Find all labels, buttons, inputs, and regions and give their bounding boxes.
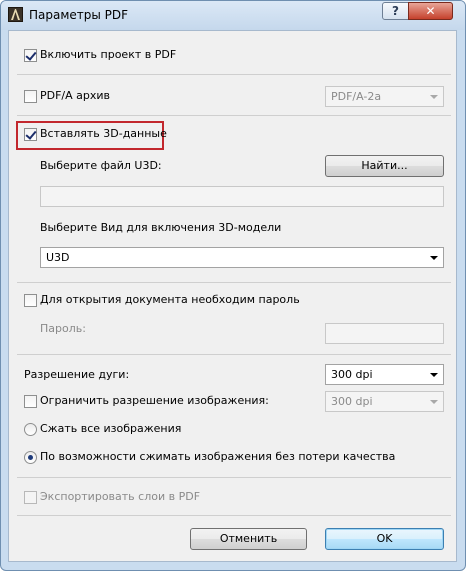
chevron-down-icon [430, 373, 438, 377]
cancel-button[interactable]: Отменить [190, 528, 307, 550]
separator [17, 282, 451, 283]
password-label: Пароль: [40, 322, 86, 335]
arc-resolution-value: 300 dpi [331, 368, 373, 381]
help-button[interactable]: ? [382, 2, 409, 20]
dialog-content: Включить проект в PDF PDF/A архив PDF/A-… [8, 30, 457, 562]
compress-all-label: Сжать все изображения [40, 422, 182, 435]
find-button[interactable]: Найти... [325, 155, 444, 177]
pdfa-version-select[interactable]: PDF/A-2a [325, 86, 444, 107]
separator [17, 515, 451, 516]
compress-all-radio[interactable] [24, 423, 37, 436]
password-field[interactable] [325, 323, 444, 344]
chevron-down-icon [430, 400, 438, 404]
pdf-options-dialog: Параметры PDF ? ✕ Включить проект в PDF … [0, 0, 466, 571]
lossless-label: По возможности сжимать изображения без п… [40, 450, 396, 463]
export-layers-label: Экспортировать слои в PDF [40, 490, 201, 503]
window-title: Параметры PDF [29, 8, 129, 22]
u3d-path-field[interactable] [40, 186, 444, 207]
separator [17, 477, 451, 478]
limit-image-res-checkbox[interactable] [24, 395, 37, 408]
insert-3d-label: Вставлять 3D-данные [40, 127, 167, 140]
pdfa-label: PDF/A архив [40, 89, 111, 102]
insert-3d-checkbox[interactable] [24, 128, 37, 141]
separator [17, 354, 451, 355]
limit-image-res-label: Ограничить разрешение изображения: [40, 394, 269, 407]
include-project-label: Включить проект в PDF [40, 48, 177, 61]
view-value: U3D [46, 251, 70, 264]
title-bar[interactable]: Параметры PDF ? ✕ [1, 1, 465, 30]
chevron-down-icon [430, 95, 438, 99]
limit-image-res-select[interactable]: 300 dpi [325, 391, 444, 412]
limit-image-res-value: 300 dpi [331, 395, 373, 408]
separator [17, 115, 451, 116]
choose-view-label: Выберите Вид для включения 3D-модели [40, 221, 282, 234]
pdfa-checkbox[interactable] [24, 90, 37, 103]
arc-resolution-label: Разрешение дуги: [24, 368, 130, 381]
lossless-radio[interactable] [24, 451, 37, 464]
view-select[interactable]: U3D [40, 247, 444, 268]
arc-resolution-select[interactable]: 300 dpi [325, 364, 444, 385]
app-logo-icon [8, 7, 23, 22]
include-project-checkbox[interactable] [24, 49, 37, 62]
chevron-down-icon [430, 256, 438, 260]
choose-u3d-label: Выберите файл U3D: [40, 159, 162, 172]
close-button[interactable]: ✕ [408, 2, 453, 20]
pdfa-version-value: PDF/A-2a [331, 90, 382, 103]
password-required-label: Для открытия документа необходим пароль [40, 293, 300, 306]
password-required-checkbox[interactable] [24, 294, 37, 307]
ok-button[interactable]: OK [325, 528, 444, 550]
separator [17, 74, 451, 75]
export-layers-checkbox[interactable] [24, 491, 37, 504]
